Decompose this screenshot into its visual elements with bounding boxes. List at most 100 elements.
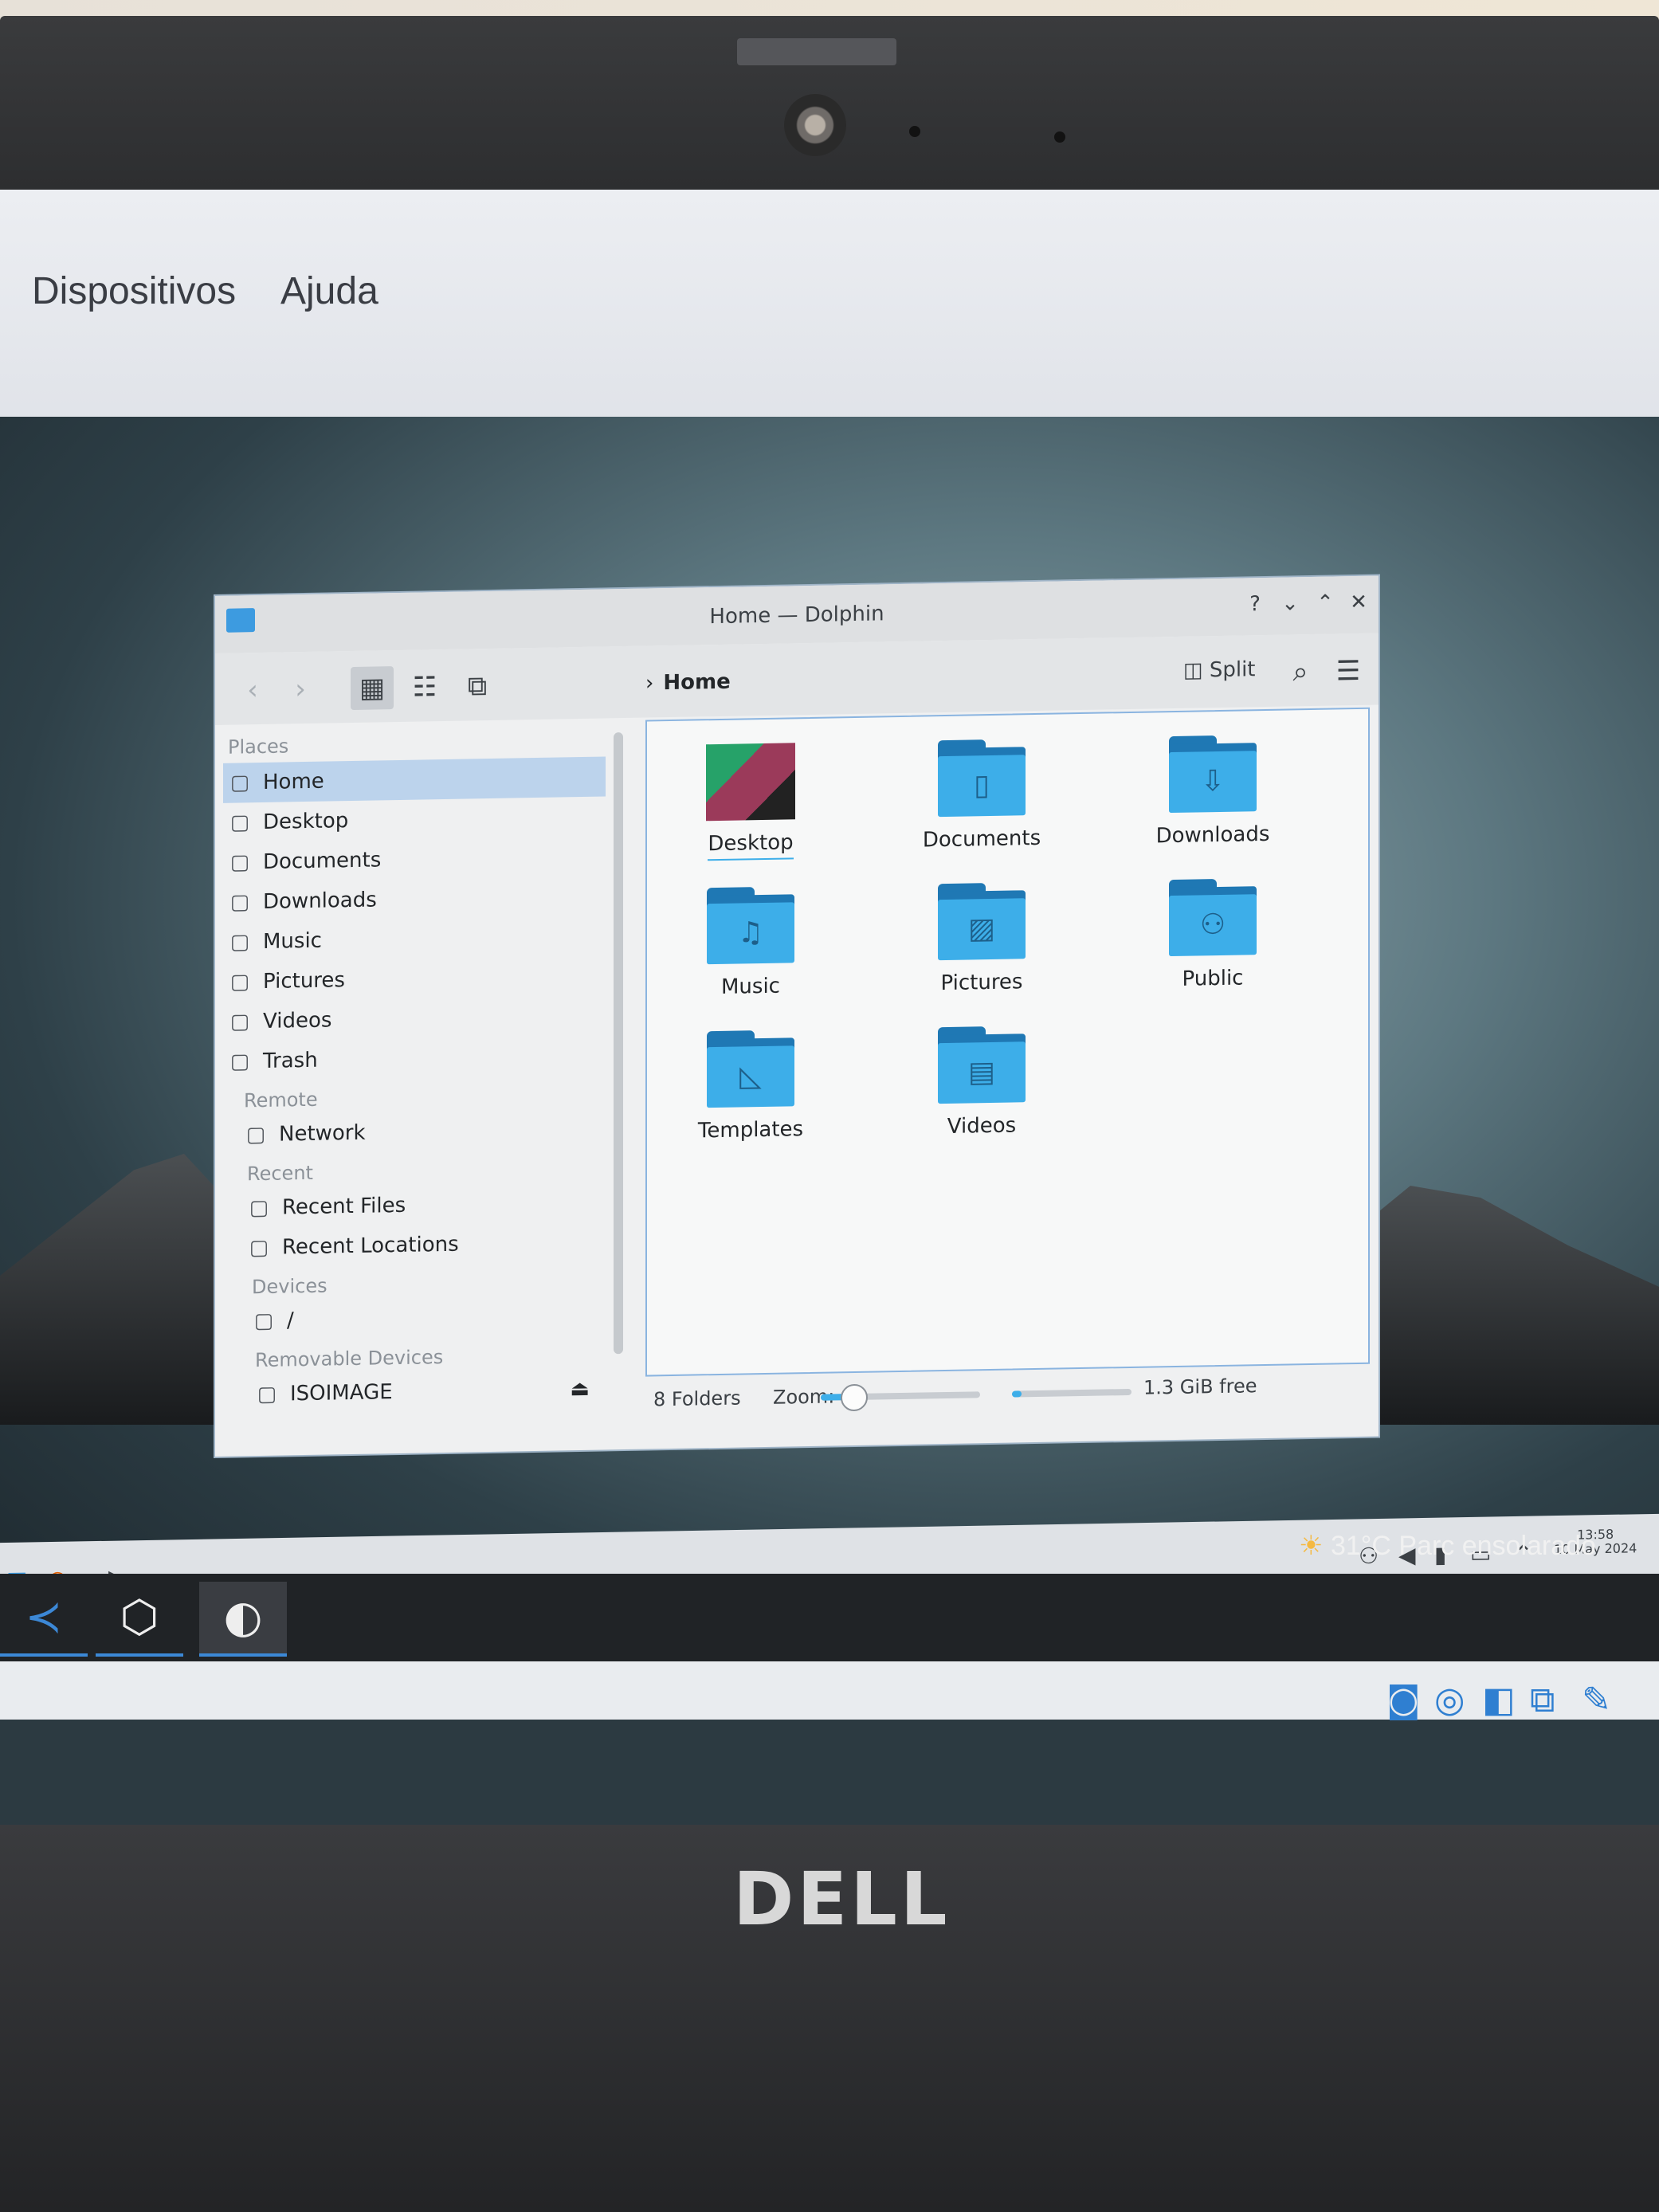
- folder-label: Templates: [697, 1117, 804, 1143]
- audio-icon[interactable]: ◧: [1482, 1680, 1516, 1720]
- sidebar-item-[interactable]: ▢ /: [223, 1295, 606, 1341]
- sidebar-item-label: Videos: [263, 1008, 332, 1033]
- folder-item[interactable]: ▯ Documents: [902, 738, 1061, 853]
- free-space-label: 1.3 GiB free: [1143, 1375, 1257, 1399]
- folder-item[interactable]: ◺ Templates: [671, 1030, 830, 1143]
- sidebar-item-label: Desktop: [263, 809, 349, 834]
- sidebar-item-videos[interactable]: ▢ Videos: [223, 995, 606, 1041]
- folder-count: 8 Folders: [653, 1386, 741, 1411]
- videos-folder-icon: ▤: [938, 1026, 1026, 1104]
- folder-label: Documents: [922, 826, 1041, 853]
- chevron-right-icon: ›: [645, 671, 654, 696]
- folder-item[interactable]: ⇩ Downloads: [1133, 734, 1292, 848]
- music-icon: ▢: [229, 930, 250, 955]
- zoom-slider[interactable]: [821, 1383, 980, 1412]
- sidebar-item-downloads[interactable]: ▢ Downloads: [223, 876, 606, 922]
- home-icon: ▢: [229, 771, 250, 795]
- folder-item[interactable]: ▨ Pictures: [902, 881, 1061, 995]
- virtualbox-icon[interactable]: ⬡: [96, 1582, 183, 1657]
- sidebar-item-label: Downloads: [263, 888, 377, 914]
- optical-drive-icon[interactable]: ◎: [1434, 1680, 1465, 1720]
- weather-widget[interactable]: ☀ 31°C Parc ensolarado: [1299, 1530, 1596, 1562]
- drive-icon: ▢: [253, 1308, 274, 1334]
- split-view-icon: ◫: [1183, 658, 1203, 683]
- folder-item[interactable]: ⚇ Public: [1133, 877, 1292, 991]
- minimize-button[interactable]: ⌄: [1278, 591, 1302, 616]
- sidebar-item-label: Home: [263, 769, 324, 794]
- dell-logo: DELL: [733, 1857, 951, 1942]
- sidebar-item-desktop[interactable]: ▢ Desktop: [223, 796, 606, 842]
- sidebar-item-pictures[interactable]: ▢ Pictures: [223, 955, 606, 1002]
- windows-taskbar: ≺ ⬡ ◐: [0, 1574, 1659, 1661]
- menu-ajuda[interactable]: Ajuda: [280, 269, 378, 313]
- pencil-icon[interactable]: ✎: [1582, 1680, 1611, 1720]
- folder-label: Public: [1182, 966, 1244, 991]
- music-folder-icon: ♫: [707, 886, 794, 965]
- weather-temp: 31°C: [1330, 1531, 1391, 1561]
- sidebar-item-trash[interactable]: ▢ Trash: [223, 1035, 606, 1081]
- folder-label: Downloads: [1155, 822, 1270, 849]
- help-button[interactable]: ?: [1243, 592, 1267, 617]
- split-label: Split: [1209, 657, 1256, 683]
- close-button[interactable]: ✕: [1347, 590, 1371, 615]
- sidebar-item-label: Recent Files: [282, 1193, 406, 1220]
- forward-arrow-icon[interactable]: ›: [279, 668, 322, 712]
- sidebar-item-isoimage[interactable]: ▢ ISOIMAGE ⏏: [223, 1368, 606, 1414]
- back-arrow-icon[interactable]: ‹: [231, 669, 274, 712]
- sidebar-item-label: Music: [263, 928, 322, 954]
- icons-view-button[interactable]: ▦: [351, 666, 394, 711]
- sidebar-item-home[interactable]: ▢ Home: [223, 756, 606, 803]
- compact-view-button[interactable]: ☷: [403, 665, 446, 709]
- maximize-button[interactable]: ⌃: [1313, 590, 1337, 615]
- search-icon[interactable]: ⌕: [1279, 650, 1322, 694]
- webcam-icon: [784, 94, 846, 156]
- sidebar-item-music[interactable]: ▢ Music: [223, 916, 606, 962]
- menu-dispositivos[interactable]: Dispositivos: [32, 269, 236, 313]
- templates-folder-icon: ◺: [707, 1030, 794, 1108]
- details-view-button[interactable]: ⧉: [456, 665, 499, 708]
- sidebar-item-label: Recent Locations: [282, 1232, 459, 1260]
- folder-item[interactable]: ▤ Videos: [902, 1025, 1061, 1139]
- remote-section-label: Remote: [244, 1088, 318, 1112]
- disk-space-fill: [1012, 1390, 1022, 1398]
- places-scrollbar[interactable]: [614, 732, 623, 1355]
- places-panel: Places ▢ Home ▢ Desktop ▢ Documents ▢ Downloads…: [223, 718, 606, 1449]
- desktop-icon: ▢: [229, 810, 250, 835]
- devices-section-label: Devices: [252, 1274, 327, 1299]
- sidebar-item-recent-files[interactable]: ▢ Recent Files: [223, 1182, 606, 1228]
- sidebar-item-label: ISOIMAGE: [290, 1380, 393, 1406]
- disk-space-bar: [1012, 1388, 1131, 1398]
- folder-item[interactable]: Desktop: [671, 743, 830, 861]
- sidebar-item-label: Pictures: [263, 968, 345, 994]
- downloads-icon: ▢: [229, 890, 250, 915]
- eject-icon[interactable]: ⏏: [570, 1369, 590, 1409]
- zoom-slider-handle[interactable]: [841, 1383, 868, 1412]
- downloads-folder-icon: ⇩: [1169, 735, 1257, 814]
- sidebar-item-recent-locations[interactable]: ▢ Recent Locations: [223, 1222, 606, 1268]
- file-view: Desktop ▯ Documents ⇩ Downloads ♫ Music ▨ Pictur…: [645, 707, 1370, 1377]
- sidebar-item-network[interactable]: ▢ Network: [223, 1108, 606, 1155]
- removable-section-label: Removable Devices: [255, 1346, 444, 1372]
- vm-window-icon[interactable]: ◐: [199, 1582, 287, 1657]
- recent-locations-icon: ▢: [249, 1235, 269, 1261]
- sensor-dot: [1054, 131, 1065, 143]
- shared-folders-icon[interactable]: ⧉: [1530, 1680, 1555, 1720]
- split-button[interactable]: ◫ Split: [1183, 657, 1256, 683]
- documents-icon: ▢: [229, 850, 250, 875]
- hamburger-menu-icon[interactable]: ☰: [1327, 649, 1370, 693]
- folder-item[interactable]: ♫ Music: [671, 886, 830, 1000]
- hard-disk-icon[interactable]: ◙: [1386, 1680, 1421, 1720]
- wallpaper-thumb: [706, 743, 795, 822]
- window-title: Home — Dolphin: [709, 602, 884, 629]
- webcam-shutter: [737, 38, 896, 65]
- breadcrumb[interactable]: › Home: [645, 670, 731, 696]
- weather-text: Parc ensolarado: [1398, 1531, 1596, 1561]
- folder-label: Desktop: [708, 830, 794, 861]
- breadcrumb-home[interactable]: Home: [663, 670, 730, 695]
- vscode-icon[interactable]: ≺: [0, 1582, 88, 1657]
- sidebar-item-label: /: [287, 1308, 294, 1333]
- recent-section-label: Recent: [247, 1161, 313, 1186]
- folder-label: Music: [721, 974, 780, 999]
- sidebar-item-documents[interactable]: ▢ Documents: [223, 836, 606, 882]
- sensor-dot: [909, 126, 920, 137]
